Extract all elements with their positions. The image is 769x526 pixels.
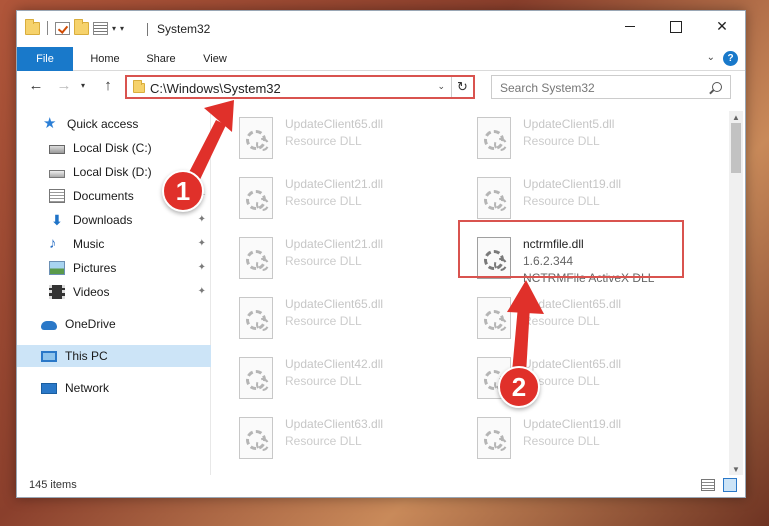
callout-1: 1	[162, 170, 204, 212]
arrow-2-shaft	[512, 306, 530, 374]
callout-2: 2	[498, 366, 540, 408]
annotation-arrows	[184, 100, 544, 374]
arrow-2-head	[507, 280, 544, 314]
